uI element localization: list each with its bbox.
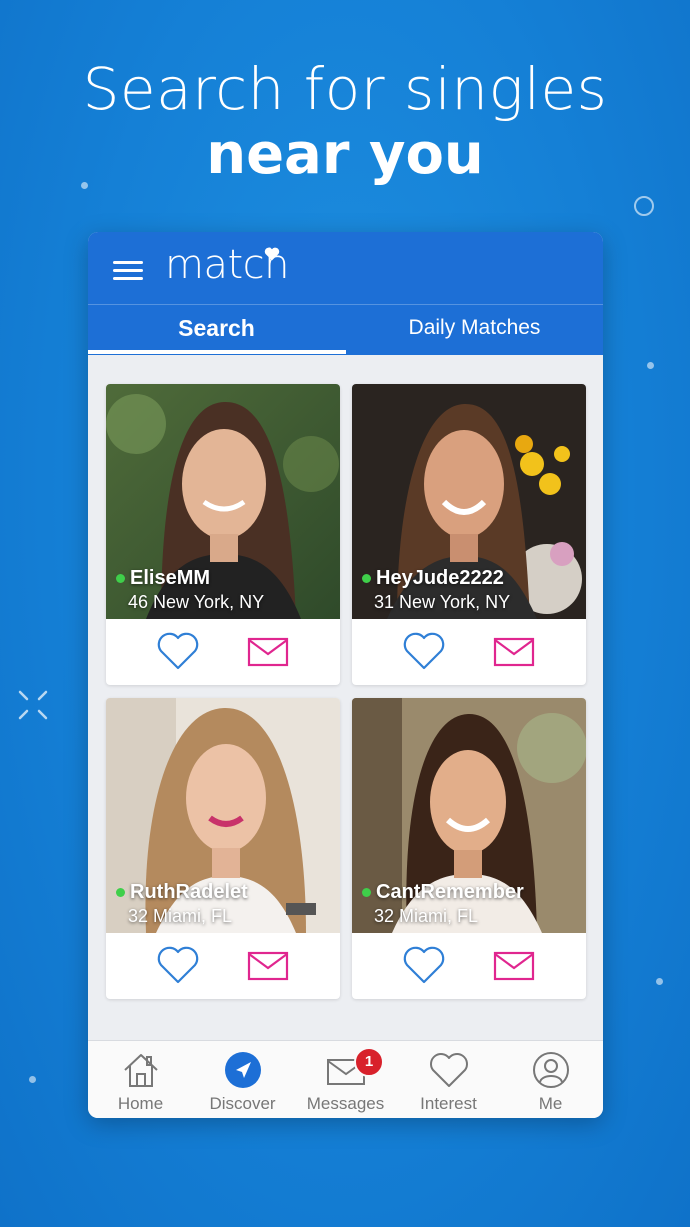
home-icon xyxy=(123,1054,158,1087)
app-bar: match xyxy=(88,232,603,304)
profile-age-location: 32 Miami, FL xyxy=(374,906,479,926)
profile-photo[interactable]: EliseMM 46 New York, NY xyxy=(106,384,340,619)
headline-line-2: near you xyxy=(206,122,484,187)
decorative-dot xyxy=(29,1076,36,1083)
nav-discover[interactable]: Discover xyxy=(191,1041,294,1118)
card-actions xyxy=(352,933,586,999)
discover-icon xyxy=(224,1052,261,1088)
decorative-dot xyxy=(647,362,654,369)
card-actions xyxy=(106,619,340,685)
profile-card[interactable]: CantRemember 32 Miami, FL xyxy=(352,698,586,999)
nav-home[interactable]: Home xyxy=(89,1041,192,1118)
profile-photo[interactable]: CantRemember 32 Miami, FL xyxy=(352,698,586,933)
profile-age-location: 31 New York, NY xyxy=(374,592,511,612)
online-indicator xyxy=(362,574,371,583)
message-envelope-icon[interactable] xyxy=(493,637,535,667)
profile-caption: HeyJude2222 31 New York, NY xyxy=(362,567,510,613)
nav-interest-label: Interest xyxy=(420,1094,477,1113)
decorative-ring xyxy=(634,196,654,216)
like-heart-icon[interactable] xyxy=(402,945,446,985)
nav-home-label: Home xyxy=(117,1094,164,1113)
nav-interest[interactable]: Interest xyxy=(397,1041,500,1118)
like-heart-icon[interactable] xyxy=(402,631,446,671)
profile-age-location: 46 New York, NY xyxy=(128,592,265,612)
menu-icon[interactable] xyxy=(113,261,143,281)
profile-username: RuthRadelet xyxy=(130,881,248,903)
message-envelope-icon[interactable] xyxy=(247,951,289,981)
profile-username: EliseMM xyxy=(130,567,211,589)
tab-search[interactable]: Search xyxy=(88,305,345,355)
nav-discover-label: Discover xyxy=(209,1094,276,1113)
decorative-sparkle-icon xyxy=(18,690,48,720)
profile-age-location: 32 Miami, FL xyxy=(128,906,233,926)
profile-username: HeyJude2222 xyxy=(376,567,504,589)
profile-card[interactable]: HeyJude2222 31 New York, NY xyxy=(352,384,586,685)
me-icon xyxy=(532,1052,569,1088)
profile-card[interactable]: RuthRadelet 32 Miami, FL xyxy=(106,698,340,999)
profile-username: CantRemember xyxy=(376,881,524,903)
like-heart-icon[interactable] xyxy=(156,945,200,985)
decorative-dot xyxy=(81,182,88,189)
headline-line-1: Search for singles xyxy=(82,55,608,123)
profile-photo[interactable]: RuthRadelet 32 Miami, FL xyxy=(106,698,340,933)
bottom-nav: Home Discover 1 Messages Interest Me xyxy=(88,1040,603,1118)
message-envelope-icon[interactable] xyxy=(493,951,535,981)
card-actions xyxy=(106,933,340,999)
nav-messages[interactable]: 1 Messages xyxy=(294,1041,397,1118)
active-tab-indicator xyxy=(88,350,346,354)
like-heart-icon[interactable] xyxy=(156,631,200,671)
message-envelope-icon[interactable] xyxy=(247,637,289,667)
decorative-dot xyxy=(656,978,663,985)
profile-caption: CantRemember 32 Miami, FL xyxy=(362,881,524,927)
profile-photo[interactable]: HeyJude2222 31 New York, NY xyxy=(352,384,586,619)
interest-icon xyxy=(429,1053,468,1087)
logo-heart-icon xyxy=(264,247,280,261)
profile-caption: EliseMM 46 New York, NY xyxy=(116,567,264,613)
online-indicator xyxy=(116,888,125,897)
profile-caption: RuthRadelet 32 Miami, FL xyxy=(116,881,248,927)
tab-daily-matches[interactable]: Daily Matches xyxy=(346,305,603,355)
app-screen: match Search Daily Matches EliseMM 46 Ne… xyxy=(88,232,603,1118)
online-indicator xyxy=(362,888,371,897)
nav-me[interactable]: Me xyxy=(499,1041,602,1118)
online-indicator xyxy=(116,574,125,583)
nav-messages-label: Messages xyxy=(306,1094,385,1113)
nav-me-label: Me xyxy=(538,1094,563,1113)
profile-card[interactable]: EliseMM 46 New York, NY xyxy=(106,384,340,685)
messages-badge: 1 xyxy=(354,1047,384,1077)
tab-bar: Search Daily Matches xyxy=(88,304,603,355)
card-actions xyxy=(352,619,586,685)
